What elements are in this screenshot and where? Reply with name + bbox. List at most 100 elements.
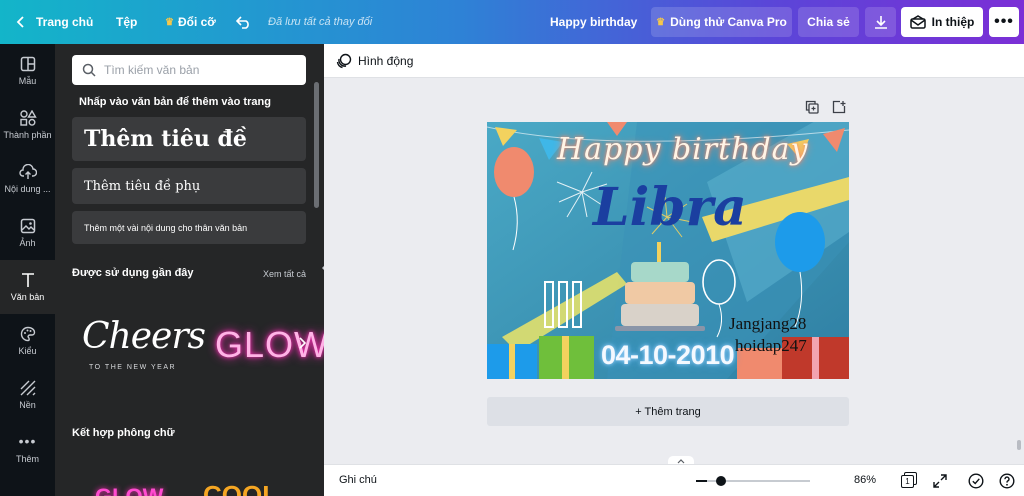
- rail-item-styles[interactable]: Kiểu: [0, 314, 55, 368]
- envelope-icon: [909, 15, 926, 29]
- zoom-level[interactable]: 86%: [854, 474, 876, 486]
- glow-text: GLOW: [215, 324, 324, 365]
- recent-section-title: Được sử dụng gần đây: [72, 267, 194, 279]
- panel-scrollbar[interactable]: [314, 82, 319, 208]
- cheers-subtext: TO THE NEW YEAR: [89, 364, 177, 371]
- name-text[interactable]: Libra: [593, 177, 747, 238]
- cheers-text: Cheers: [82, 316, 206, 357]
- animate-button[interactable]: Hình động: [336, 53, 413, 69]
- check-button[interactable]: [968, 473, 984, 492]
- design-page[interactable]: Happy birthday Libra 04-10-2010 Jangjang…: [487, 122, 849, 379]
- search-icon: [82, 63, 96, 77]
- more-dots-icon: •••: [18, 433, 37, 449]
- chevron-left-icon: [16, 16, 24, 28]
- try-pro-label: Dùng thử Canva Pro: [670, 15, 787, 29]
- duplicate-icon: [805, 100, 819, 114]
- search-box[interactable]: [72, 55, 306, 85]
- design-title[interactable]: Happy birthday: [550, 0, 637, 44]
- rail-label: Nội dung ...: [4, 184, 51, 194]
- undo-button[interactable]: [236, 0, 252, 44]
- see-all-link[interactable]: Xem tất cả: [263, 269, 306, 279]
- chevron-up-icon: [677, 458, 685, 463]
- elements-icon: [19, 110, 37, 126]
- notes-button[interactable]: Ghi chú: [339, 474, 377, 486]
- rail-label: Ảnh: [19, 238, 36, 248]
- rail-item-background[interactable]: Nền: [0, 368, 55, 422]
- animate-icon: [336, 53, 352, 68]
- add-body-button[interactable]: Thêm một vài nội dung cho thân văn bản: [72, 211, 306, 244]
- undo-icon: [236, 16, 249, 29]
- resize-label: Đổi cỡ: [177, 15, 216, 29]
- editor-toolbar: Hình động: [324, 44, 1024, 78]
- zoom-slider-fill: [696, 480, 707, 482]
- page-count-button[interactable]: 1: [901, 472, 917, 488]
- side-rail: Mẫu Thành phần Nội dung ... Ảnh Văn bản …: [0, 44, 55, 496]
- combo-item-glow[interactable]: GLOW: [95, 484, 163, 496]
- file-menu[interactable]: Tệp: [116, 0, 137, 44]
- upload-icon: [18, 164, 37, 179]
- rail-label: Nền: [19, 400, 36, 410]
- rail-label: Kiểu: [18, 346, 37, 356]
- rail-item-uploads[interactable]: Nội dung ...: [0, 152, 55, 206]
- crown-icon: ♛: [656, 16, 666, 28]
- page-count-icon: 1: [901, 472, 917, 488]
- click-hint: Nhấp vào văn bản để thêm vào trang: [79, 96, 271, 108]
- zoom-slider[interactable]: [696, 476, 810, 486]
- save-status: Đã lưu tất cả thay đổi: [268, 16, 373, 28]
- rail-item-elements[interactable]: Thành phần: [0, 98, 55, 152]
- balloon-blue: [775, 212, 825, 272]
- page-number: 1: [901, 475, 914, 488]
- home-button[interactable]: Trang chủ: [16, 0, 93, 44]
- zoom-slider-track: [696, 480, 810, 482]
- rail-item-photos[interactable]: Ảnh: [0, 206, 55, 260]
- search-input[interactable]: [104, 63, 294, 77]
- rail-item-more[interactable]: ••• Thêm: [0, 422, 55, 476]
- rail-item-text[interactable]: Văn bản: [0, 260, 55, 314]
- add-page-button[interactable]: + Thêm trang: [487, 397, 849, 426]
- rail-label: Mẫu: [18, 76, 37, 86]
- crown-icon: ♛: [165, 16, 174, 28]
- download-button[interactable]: [865, 7, 896, 37]
- help-button[interactable]: [999, 473, 1015, 492]
- add-page-icon-button[interactable]: [832, 100, 846, 117]
- canvas-scrollbar[interactable]: [1017, 440, 1021, 450]
- chevron-right-icon: [299, 337, 307, 349]
- text-panel: Nhấp vào văn bản để thêm vào trang Thêm …: [55, 44, 324, 496]
- rail-item-templates[interactable]: Mẫu: [0, 44, 55, 98]
- credit-line-1[interactable]: Jangjang28: [729, 314, 806, 334]
- add-subheading-button[interactable]: Thêm tiêu đề phụ: [72, 168, 306, 204]
- resize-button[interactable]: ♛ Đổi cỡ: [165, 0, 216, 44]
- expand-icon: [933, 474, 947, 488]
- more-dots-icon: •••: [994, 13, 1014, 30]
- try-pro-button[interactable]: ♛ Dùng thử Canva Pro: [651, 7, 792, 37]
- bottom-bar: Ghi chú 86% 1: [324, 464, 1024, 496]
- duplicate-page-button[interactable]: [805, 100, 819, 117]
- font-combo-title: Kết hợp phông chữ: [72, 427, 175, 439]
- photo-icon: [20, 218, 35, 234]
- animate-label: Hình động: [358, 53, 414, 68]
- top-bar: Trang chủ Tệp ♛ Đổi cỡ Đã lưu tất cả tha…: [0, 0, 1024, 44]
- rail-label: Thành phần: [3, 130, 52, 140]
- add-heading-button[interactable]: Thêm tiêu đề: [72, 117, 306, 161]
- recent-item-cheers[interactable]: Cheers TO THE NEW YEAR: [72, 306, 206, 396]
- template-icon: [20, 56, 35, 72]
- more-options-button[interactable]: •••: [989, 7, 1019, 37]
- download-icon: [874, 16, 887, 29]
- recent-item-glow[interactable]: GLOW: [205, 306, 324, 396]
- combo-item-cool[interactable]: COOL: [203, 480, 278, 496]
- home-label: Trang chủ: [36, 15, 94, 29]
- date-text[interactable]: 04-10-2010: [601, 340, 735, 371]
- rail-label: Thêm: [15, 454, 39, 464]
- greeting-text[interactable]: Happy birthday: [557, 132, 809, 167]
- help-icon: [999, 473, 1015, 489]
- recent-next-button[interactable]: [298, 336, 307, 354]
- credit-line-2[interactable]: hoidap247: [735, 336, 807, 356]
- print-button[interactable]: In thiệp: [901, 7, 983, 37]
- print-label: In thiệp: [931, 15, 975, 29]
- add-page-icon: [832, 100, 846, 114]
- text-icon: [21, 273, 34, 287]
- fullscreen-button[interactable]: [933, 474, 947, 491]
- share-button[interactable]: Chia sẻ: [798, 7, 859, 37]
- rail-label: Văn bản: [10, 292, 45, 302]
- zoom-slider-thumb[interactable]: [716, 476, 726, 486]
